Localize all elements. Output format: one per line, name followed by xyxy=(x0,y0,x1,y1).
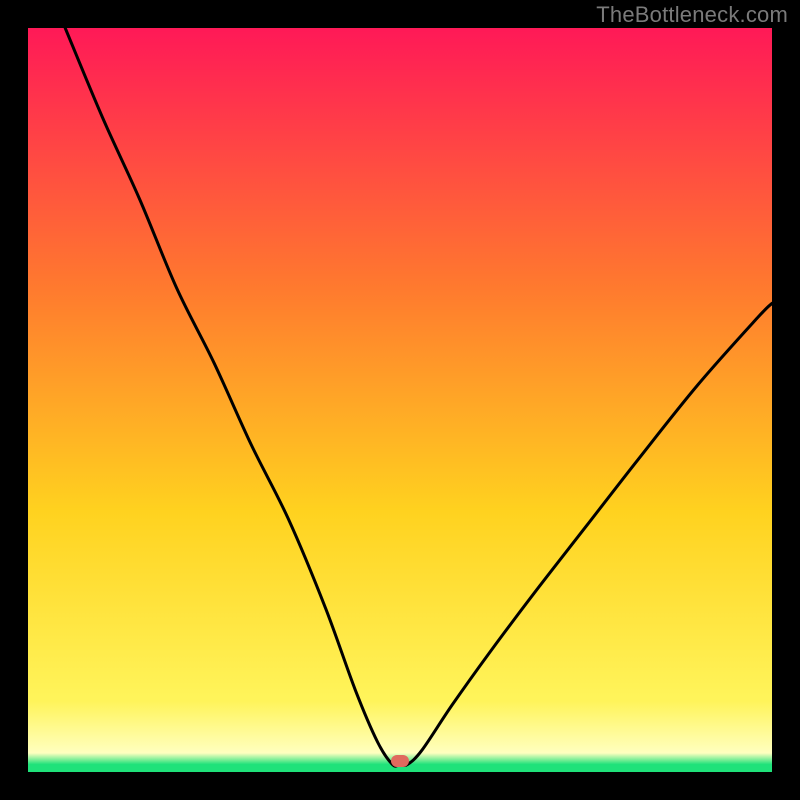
page-root: TheBottleneck.com xyxy=(0,0,800,800)
bottleneck-curve-path xyxy=(65,28,772,766)
chart-curve xyxy=(28,28,772,772)
watermark-text: TheBottleneck.com xyxy=(596,2,788,28)
selected-point-marker xyxy=(391,755,409,767)
chart-plot-area xyxy=(28,28,772,772)
